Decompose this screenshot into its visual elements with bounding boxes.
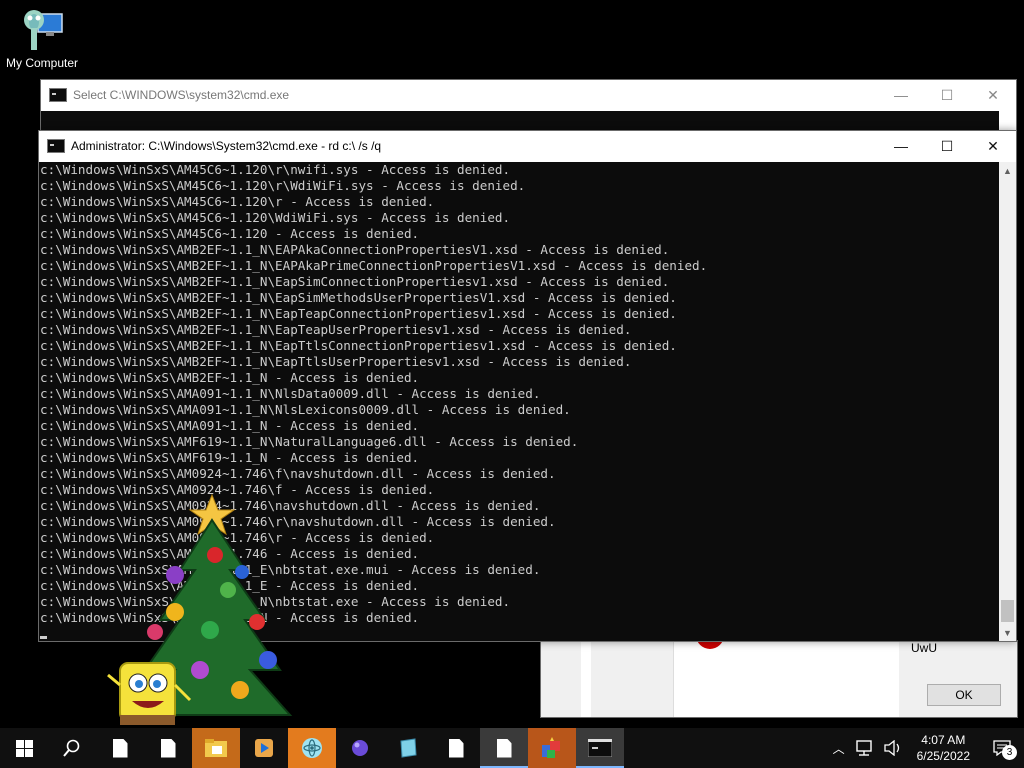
taskbar-document-4[interactable] bbox=[480, 728, 528, 768]
search-icon bbox=[63, 739, 80, 757]
cmd-window-titlebar[interactable]: Administrator: C:\Windows\System32\cmd.e… bbox=[39, 131, 1016, 161]
close-button[interactable]: ✕ bbox=[970, 80, 1016, 110]
vertical-scrollbar[interactable]: ▲ ▼ bbox=[999, 162, 1016, 641]
cmd-icon bbox=[47, 139, 65, 153]
console-line: c:\Windows\WinSxS\AMB2EF~1.1_N\EapSimCon… bbox=[40, 274, 670, 289]
console-line: c:\Windows\WinSxS\AM45C6~1.120\WdiWiFi.s… bbox=[40, 210, 511, 225]
text-cursor bbox=[40, 636, 47, 639]
console-line: c:\Windows\WinSxS\AM45C6~1.120 - Access … bbox=[40, 226, 420, 241]
media-player-icon bbox=[255, 739, 273, 757]
computer-icon bbox=[18, 6, 66, 54]
desktop-icon-my-computer[interactable]: My Computer bbox=[4, 6, 80, 70]
maximize-button[interactable]: ☐ bbox=[924, 80, 970, 110]
start-button[interactable] bbox=[0, 728, 48, 768]
taskbar-setup-app[interactable] bbox=[528, 728, 576, 768]
console-line: c:\Windows\WinSxS\AMB2EF~1.1_N\EapTtlsUs… bbox=[40, 354, 632, 369]
back-window-title: Select C:\WINDOWS\system32\cmd.exe bbox=[73, 88, 290, 102]
dialog-text: UwU bbox=[911, 641, 937, 655]
taskbar-file-explorer[interactable] bbox=[192, 728, 240, 768]
dialog-content bbox=[673, 635, 899, 717]
maximize-button[interactable]: ☐ bbox=[924, 131, 970, 161]
spiky-ball-icon bbox=[352, 740, 368, 756]
console-line: c:\Windows\WinSxS\AM45C6~1.120\r\WdiWiFi… bbox=[40, 178, 526, 193]
network-icon[interactable] bbox=[855, 740, 875, 756]
windows-logo-icon bbox=[15, 739, 33, 757]
console-line: c:\Windows\WinSxS\AMB2EF~1.1_N\EAPAkaPri… bbox=[40, 258, 708, 273]
desktop-icon-label: My Computer bbox=[5, 56, 79, 70]
installer-icon bbox=[542, 737, 560, 758]
notification-center-button[interactable]: 3 bbox=[980, 728, 1024, 768]
document-icon bbox=[496, 738, 512, 758]
console-line: c:\Windows\WinSxS\AM0924~1.746\f\navshut… bbox=[40, 466, 556, 481]
clock[interactable]: 4:07 AM 6/25/2022 bbox=[917, 732, 970, 764]
folder-icon bbox=[205, 739, 227, 757]
notification-badge: 3 bbox=[1002, 745, 1017, 760]
console-line: c:\Windows\WinSxS\AMB2EF~1.1_N\EAPAkaCon… bbox=[40, 242, 670, 257]
document-icon bbox=[448, 738, 464, 758]
clock-time: 4:07 AM bbox=[921, 733, 966, 747]
scroll-down-arrow-icon[interactable]: ▼ bbox=[999, 624, 1016, 641]
taskbar-app-notepad[interactable] bbox=[384, 728, 432, 768]
console-line: c:\Windows\WinSxS\AMA091~1.1_N - Access … bbox=[40, 418, 420, 433]
scrollbar-thumb[interactable] bbox=[1001, 600, 1014, 622]
atom-icon bbox=[302, 738, 322, 758]
console-line: c:\Windows\WinSxS\AMA091~1.1_N\NlsLexico… bbox=[40, 402, 571, 417]
document-icon bbox=[160, 738, 176, 758]
dialog-panel bbox=[581, 641, 591, 717]
console-line: c:\Windows\WinSxS\AMB2EF~1.1_N\EapTtlsCo… bbox=[40, 338, 677, 353]
taskbar: ︿ 4:07 AM 6/25/2022 3 bbox=[0, 728, 1024, 768]
cmd-window-title: Administrator: C:\Windows\System32\cmd.e… bbox=[71, 139, 382, 153]
console-line: c:\Windows\WinSxS\AMA091~1.1_N\NlsData00… bbox=[40, 386, 541, 401]
taskbar-document-1[interactable] bbox=[96, 728, 144, 768]
ok-button[interactable]: OK bbox=[927, 684, 1001, 706]
taskbar-electron-app[interactable] bbox=[288, 728, 336, 768]
console-line: c:\Windows\WinSxS\AMF619~1.1_N - Access … bbox=[40, 450, 420, 465]
message-dialog[interactable]: UwU OK bbox=[540, 635, 1018, 718]
clock-date: 6/25/2022 bbox=[916, 749, 970, 763]
close-button[interactable]: ✕ bbox=[970, 131, 1016, 161]
taskbar-media-player[interactable] bbox=[240, 728, 288, 768]
console-line: c:\Windows\WinSxS\AMB2EF~1.1_N\EapTeapUs… bbox=[40, 322, 632, 337]
minimize-button[interactable]: — bbox=[878, 131, 924, 161]
console-line: c:\Windows\WinSxS\AMF619~1.1_N\NaturalLa… bbox=[40, 434, 579, 449]
console-line: c:\Windows\WinSxS\AM45C6~1.120\r - Acces… bbox=[40, 194, 435, 209]
console-line: c:\Windows\WinSxS\AM45C6~1.120\r\nwifi.s… bbox=[40, 162, 511, 177]
cartoon-sponge-icon bbox=[107, 662, 192, 725]
system-tray: ︿ 4:07 AM 6/25/2022 3 bbox=[827, 728, 1024, 768]
chevron-up-icon[interactable]: ︿ bbox=[827, 740, 851, 757]
document-icon bbox=[112, 738, 128, 758]
console-line: c:\Windows\WinSxS\AMB2EF~1.1_N\EapSimMet… bbox=[40, 290, 677, 305]
scroll-up-arrow-icon[interactable]: ▲ bbox=[999, 162, 1016, 179]
back-window-titlebar[interactable]: Select C:\WINDOWS\system32\cmd.exe — ☐ ✕ bbox=[41, 80, 1016, 110]
console-line: c:\Windows\WinSxS\AMB2EF~1.1_N\EapTeapCo… bbox=[40, 306, 677, 321]
taskbar-document-2[interactable] bbox=[144, 728, 192, 768]
console-line: c:\Windows\WinSxS\AMB2EF~1.1_N - Access … bbox=[40, 370, 420, 385]
taskbar-cmd[interactable] bbox=[576, 728, 624, 768]
volume-icon[interactable] bbox=[883, 740, 903, 756]
terminal-icon bbox=[588, 739, 612, 757]
search-button[interactable] bbox=[48, 728, 96, 768]
cmd-icon bbox=[49, 88, 67, 102]
minimize-button[interactable]: — bbox=[878, 80, 924, 110]
taskbar-document-3[interactable] bbox=[432, 728, 480, 768]
taskbar-app-ball[interactable] bbox=[336, 728, 384, 768]
notepad-icon bbox=[400, 738, 417, 758]
